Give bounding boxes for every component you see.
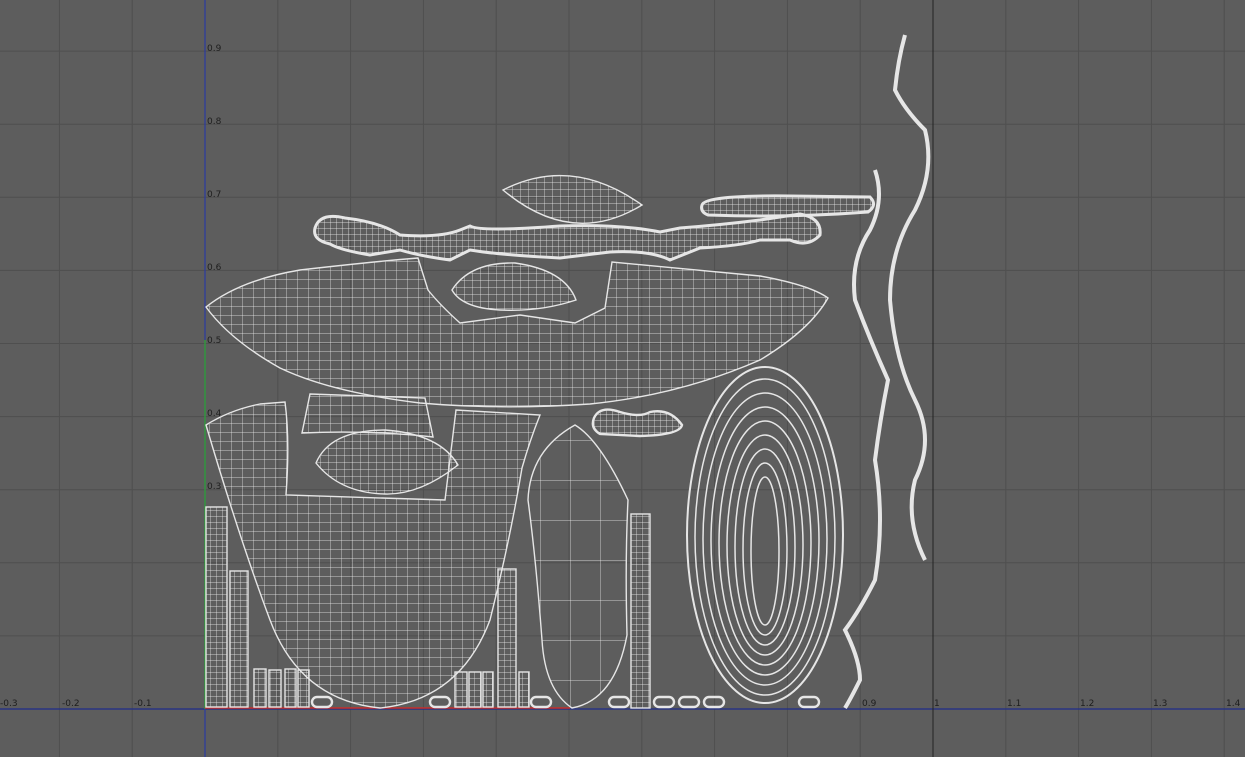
u-tick-label: 1.1 [1007,699,1021,709]
uv-shell-small[interactable] [468,671,482,708]
uv-shell-ring[interactable] [677,695,701,709]
uv-shell-strip[interactable] [630,513,651,709]
uv-shell-small[interactable] [518,671,530,708]
uv-shell-top-lens[interactable] [501,174,644,224]
uv-shells[interactable] [205,34,931,710]
uv-shell-wavy-line[interactable] [842,169,891,710]
uv-shell-lower-lens[interactable] [315,429,459,495]
uv-shell-small[interactable] [297,669,310,708]
uv-editor-viewport[interactable]: -0.3 -0.2 -0.1 0.9 1 1.1 1.2 1.3 1.4 0.9… [0,0,1245,757]
uv-shell-ring[interactable] [702,695,726,709]
u-tick-label: -0.3 [0,699,18,709]
v-tick-label: 0.3 [207,482,221,492]
uv-shell-ring[interactable] [529,695,553,709]
u-tick-label: 0.9 [862,699,877,709]
uv-shell-sole[interactable] [527,424,629,709]
uv-grid-canvas[interactable]: -0.3 -0.2 -0.1 0.9 1 1.1 1.2 1.3 1.4 0.9… [0,0,1245,757]
uv-shell-ring[interactable] [428,695,452,709]
v-tick-label: 0.7 [207,190,221,200]
v-tick-label: 0.8 [207,117,222,127]
uv-shell-upper-strip[interactable] [700,194,875,218]
u-tick-label: 1.4 [1226,699,1241,709]
uv-shell-small[interactable] [284,668,297,708]
uv-shell-concentric-oval[interactable] [686,366,844,704]
uv-shell-strip[interactable] [205,506,228,708]
u-tick-label: 1.3 [1153,699,1167,709]
uv-shell-small[interactable] [454,671,468,708]
u-tick-label: 1.2 [1080,699,1094,709]
uv-shell-ring[interactable] [797,695,821,709]
uv-shell-strip[interactable] [229,570,249,708]
v-tick-label: 0.6 [207,263,222,273]
v-tick-label: 0.9 [207,44,222,54]
uv-shell-strip[interactable] [497,568,517,708]
v-tick-label: 0.5 [207,336,221,346]
u-tick-label: 1 [934,699,940,709]
uv-shell-ring[interactable] [310,695,334,709]
u-tick-label: -0.2 [62,699,80,709]
uv-shell-small[interactable] [268,669,282,708]
uv-shell-small[interactable] [482,671,494,708]
uv-shell-cloud[interactable] [591,408,684,438]
uv-shell-wavy-line[interactable] [887,34,931,561]
uv-shell-ring[interactable] [652,695,676,709]
u-tick-label: -0.1 [134,699,152,709]
uv-shell-small[interactable] [253,668,267,708]
uv-shell-ring[interactable] [607,695,631,709]
